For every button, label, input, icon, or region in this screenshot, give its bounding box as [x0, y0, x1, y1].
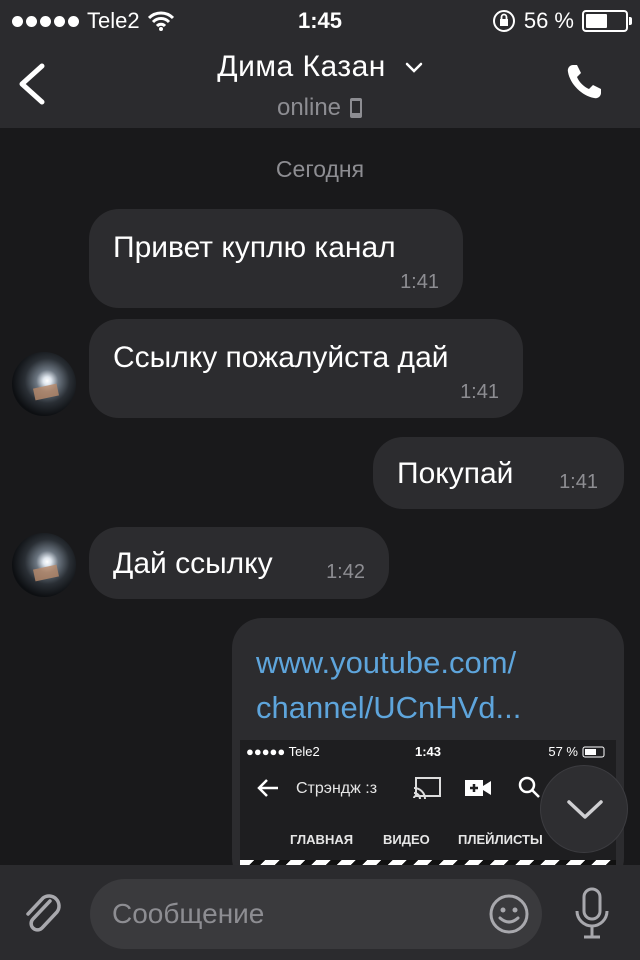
message-link[interactable]: www.youtube.com/ channel/UCnHVd... — [256, 640, 521, 730]
chat-header: Дима Казан online — [0, 40, 640, 128]
incoming-message-bubble[interactable]: Дай ссылку 1:42 — [89, 527, 389, 599]
message-time: 1:41 — [400, 271, 439, 293]
contact-name-row[interactable]: Дима Казан — [0, 50, 640, 84]
preview-cast-icon — [413, 777, 441, 800]
message-time: 1:41 — [460, 381, 499, 403]
battery-icon — [582, 10, 632, 32]
outgoing-message-bubble[interactable]: Покупай 1:41 — [373, 437, 624, 509]
mobile-device-icon — [350, 98, 363, 118]
preview-back-arrow-icon — [257, 779, 278, 797]
contact-status-row: online — [0, 94, 640, 122]
contact-avatar[interactable] — [12, 352, 76, 416]
contact-name: Дима Казан — [217, 50, 386, 83]
message-time: 1:41 — [559, 471, 598, 493]
link-line-2: channel/UCnHVd... — [256, 690, 522, 725]
chevron-down-icon — [567, 800, 603, 819]
incoming-message-bubble[interactable]: Ссылку пожалуйста дай 1:41 — [89, 319, 523, 418]
preview-tab: ВИДЕО — [383, 832, 430, 847]
link-line-1: www.youtube.com/ — [256, 645, 517, 680]
preview-tab: ГЛАВНАЯ — [290, 832, 354, 847]
preview-tab: ПЛЕЙЛИСТЫ — [458, 832, 543, 847]
contact-status: online — [276, 94, 342, 121]
battery-percentage: 56 % — [523, 8, 574, 33]
incoming-message-bubble[interactable]: Привет куплю канал 1:41 — [89, 209, 463, 308]
smiley-icon[interactable] — [488, 893, 530, 935]
preview-status-bar: ●●●●● Tele2 1:43 57 % — [240, 740, 616, 762]
composer-bar — [0, 865, 640, 960]
message-text: Дай ссылку — [113, 547, 273, 580]
contact-info[interactable]: Дима Казан online — [0, 50, 640, 122]
message-field[interactable] — [90, 879, 542, 949]
message-text: Ссылку пожалуйста дай — [113, 341, 449, 374]
message-input[interactable] — [112, 879, 472, 949]
microphone-icon[interactable] — [572, 887, 612, 941]
paperclip-icon[interactable] — [20, 891, 66, 937]
preview-battery-icon — [582, 746, 605, 757]
rotation-lock-icon — [492, 10, 515, 32]
scroll-to-bottom-button[interactable] — [540, 765, 628, 853]
preview-channel-title: Стрэндж :з — [296, 780, 378, 797]
preview-video-camera-icon — [465, 780, 491, 796]
message-text: Привет куплю канал — [113, 231, 396, 264]
preview-battery: 57 % — [548, 744, 608, 759]
preview-search-icon — [518, 776, 540, 798]
message-text: Покупай — [397, 457, 514, 490]
status-bar: Tele2 1:45 56 % — [0, 0, 640, 40]
phone-call-icon[interactable] — [564, 62, 604, 102]
chevron-down-icon — [405, 62, 422, 73]
battery-info: 56 % — [492, 8, 632, 34]
contact-avatar[interactable] — [12, 533, 76, 597]
message-time: 1:42 — [326, 561, 365, 583]
date-separator: Сегодня — [275, 156, 365, 182]
message-list[interactable]: Сегодня Привет куплю канал 1:41 Ссылку п… — [0, 128, 640, 865]
